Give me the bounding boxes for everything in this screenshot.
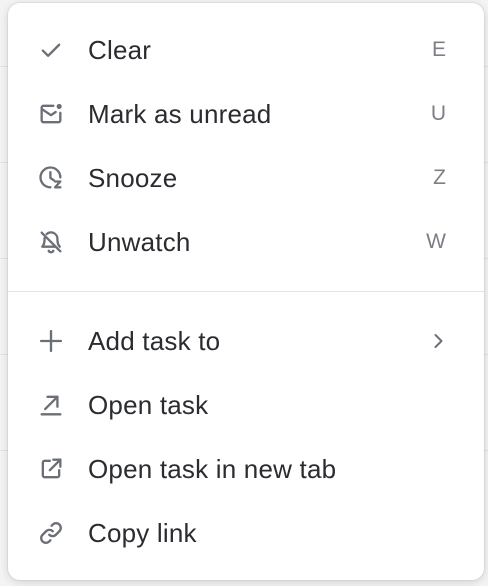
menu-divider xyxy=(8,291,484,292)
menu-item-label: Mark as unread xyxy=(88,98,272,129)
menu-item-clear[interactable]: Clear E xyxy=(8,18,484,82)
menu-item-open-task-new-tab[interactable]: Open task in new tab xyxy=(8,437,484,501)
menu-item-label: Unwatch xyxy=(88,226,191,257)
link-icon xyxy=(37,519,65,547)
menu-item-label: Open task in new tab xyxy=(88,453,337,484)
external-link-icon xyxy=(37,455,65,483)
menu-item-mark-as-unread[interactable]: Mark as unread U xyxy=(8,82,484,146)
menu-item-label: Snooze xyxy=(88,162,178,193)
snooze-clock-icon xyxy=(37,164,65,192)
plus-icon xyxy=(37,327,65,355)
shortcut-key: W xyxy=(426,230,446,253)
arrow-up-right-icon xyxy=(37,391,65,419)
menu-item-label: Add task to xyxy=(88,325,221,356)
shortcut-key: Z xyxy=(433,166,446,189)
menu-item-snooze[interactable]: Snooze Z xyxy=(8,146,484,210)
mail-unread-icon xyxy=(37,100,65,128)
menu-item-add-task-to[interactable]: Add task to xyxy=(8,309,484,373)
menu-item-label: Clear xyxy=(88,34,152,65)
menu-item-copy-link[interactable]: Copy link xyxy=(8,501,484,565)
menu-item-unwatch[interactable]: Unwatch W xyxy=(8,210,484,274)
menu-item-label: Open task xyxy=(88,389,209,420)
shortcut-key: U xyxy=(430,102,446,125)
chevron-right-icon xyxy=(428,331,448,351)
bell-off-icon xyxy=(37,228,65,256)
context-menu: Clear E Mark as unread U Snooze Z Unwatc… xyxy=(8,3,484,580)
shortcut-key: E xyxy=(431,38,446,61)
check-icon xyxy=(37,36,65,64)
menu-item-open-task[interactable]: Open task xyxy=(8,373,484,437)
menu-item-label: Copy link xyxy=(88,517,197,548)
